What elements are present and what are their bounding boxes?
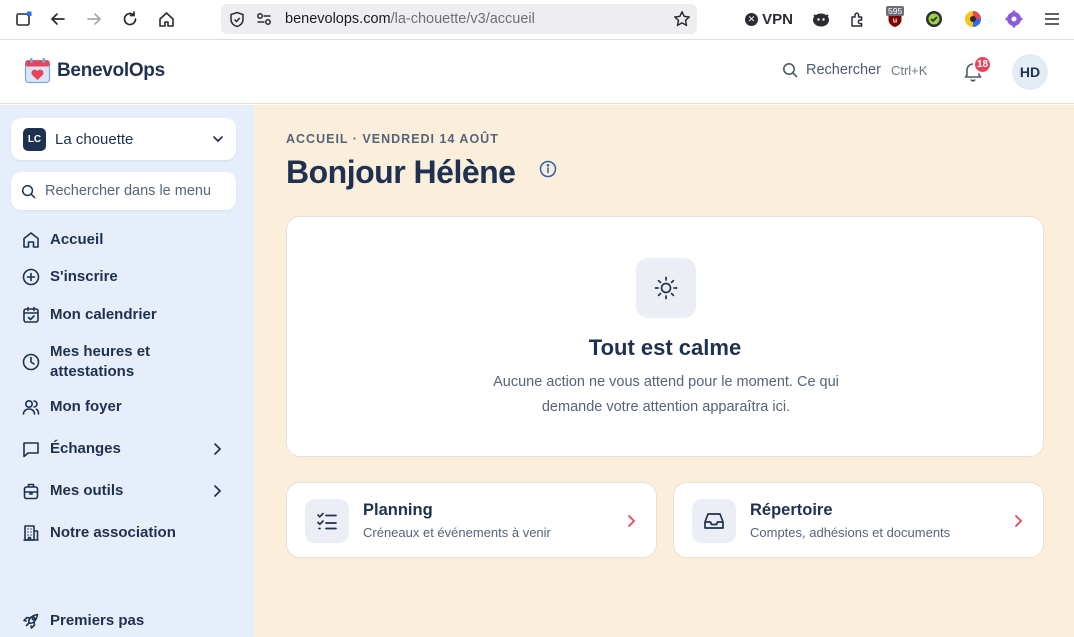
- logo-text: BenevolOps: [57, 59, 165, 81]
- sidebar-item-label: Notre association: [50, 524, 176, 541]
- sun-icon: [654, 276, 678, 300]
- gear-extension-icon[interactable]: [1003, 8, 1025, 30]
- chevron-down-icon: [213, 136, 223, 143]
- sidebar-item-label: Mes outils: [50, 482, 124, 499]
- address-bar[interactable]: benevolops.com/la-chouette/v3/accueil: [221, 4, 697, 34]
- vpn-extension-button[interactable]: ✕ VPN: [743, 8, 795, 30]
- vpn-close-icon: ✕: [745, 12, 759, 26]
- hamburger-menu-icon[interactable]: [1041, 8, 1063, 30]
- users-icon: [22, 399, 40, 415]
- back-arrow-icon[interactable]: [46, 8, 70, 30]
- url-text[interactable]: benevolops.com/la-chouette/v3/accueil: [285, 11, 535, 27]
- rocket-icon: [23, 613, 39, 629]
- empty-state-text: Aucune action ne vous attend pour le mom…: [493, 374, 839, 415]
- notification-count-badge: 18: [973, 55, 992, 74]
- tile-subtitle: Comptes, adhésions et documents: [750, 525, 951, 540]
- sidebar-item-label: Accueil: [50, 231, 104, 248]
- inbox-icon: [692, 499, 736, 543]
- repertoire-tile[interactable]: Répertoire Comptes, adhésions et documen…: [673, 482, 1044, 558]
- sidebar-item-mon-calendrier[interactable]: Mon calendrier: [22, 305, 232, 325]
- tile-subtitle: Créneaux et événements à venir: [363, 525, 551, 540]
- search-label: Rechercher: [806, 62, 881, 78]
- sidebar-item-mes-heures[interactable]: Mes heures et attestations: [22, 342, 232, 382]
- clock-icon: [22, 353, 40, 371]
- sidebar-item-mon-foyer[interactable]: Mon foyer: [22, 397, 232, 417]
- sidebar-item-premiers-pas[interactable]: Premiers pas: [22, 611, 232, 631]
- browser-toolbar: benevolops.com/la-chouette/v3/accueil ✕ …: [0, 0, 1074, 40]
- home-browser-icon[interactable]: [154, 8, 178, 30]
- forward-arrow-icon[interactable]: [82, 8, 106, 30]
- plus-circle-icon: [22, 268, 40, 286]
- home-icon: [23, 232, 39, 248]
- reload-icon[interactable]: [118, 8, 142, 30]
- search-icon: [21, 184, 36, 198]
- svg-text:u: u: [893, 17, 897, 24]
- sidebar-item-label: Mon foyer: [50, 398, 122, 415]
- user-avatar[interactable]: HD: [1012, 54, 1048, 90]
- sidebar-item-mes-outils[interactable]: Mes outils: [22, 481, 232, 501]
- sidebar-item-label: S'inscrire: [50, 268, 118, 285]
- org-badge: LC: [23, 127, 46, 151]
- briefcase-icon: [23, 483, 39, 500]
- main-content: ACCUEIL · VENDREDI 14 AOÛT Bonjour Hélèn…: [254, 105, 1074, 637]
- breadcrumb: ACCUEIL · VENDREDI 14 AOÛT: [286, 132, 499, 146]
- vpn-label: VPN: [762, 10, 793, 28]
- colorful-extension-icon[interactable]: [962, 8, 984, 30]
- chevron-right-icon: [1015, 515, 1023, 527]
- search-icon: [783, 63, 798, 78]
- ublock-count-badge: 595: [886, 6, 905, 16]
- global-search-button[interactable]: Rechercher Ctrl+K: [782, 62, 927, 78]
- check-extension-icon[interactable]: [923, 8, 945, 30]
- sidebar-item-label: Mes heures et attestations: [50, 343, 151, 380]
- org-name: La chouette: [55, 130, 134, 148]
- site-info-icon[interactable]: [256, 12, 272, 26]
- sidebar-item-accueil[interactable]: Accueil: [22, 230, 232, 250]
- page-title: Bonjour Hélène: [286, 154, 516, 190]
- menu-search-box[interactable]: [11, 172, 236, 210]
- chevron-right-icon: [214, 485, 222, 497]
- info-icon[interactable]: [539, 160, 557, 178]
- tile-title: Répertoire: [750, 501, 833, 519]
- organization-selector[interactable]: LC La chouette: [11, 118, 236, 160]
- chevron-right-icon: [214, 443, 222, 455]
- list-checks-icon: [305, 499, 349, 543]
- planning-tile[interactable]: Planning Créneaux et événements à venir: [286, 482, 657, 558]
- sidebar: LC La chouette Accueil S'inscrire Mon ca…: [0, 105, 254, 637]
- menu-search-input[interactable]: [45, 183, 210, 199]
- app-header: BenevolOps Rechercher Ctrl+K: [0, 40, 1074, 104]
- bookmark-star-icon[interactable]: [673, 10, 691, 28]
- search-shortcut: Ctrl+K: [890, 62, 928, 78]
- empty-state-title: Tout est calme: [588, 335, 742, 360]
- sidebar-item-label: Échanges: [50, 440, 121, 457]
- tab-overview-icon[interactable]: [12, 8, 36, 30]
- sidebar-item-label: Premiers pas: [50, 612, 145, 629]
- chevron-right-icon: [628, 515, 636, 527]
- sidebar-item-label: Mon calendrier: [50, 306, 157, 323]
- message-square-icon: [23, 442, 39, 458]
- sidebar-item-notre-association[interactable]: Notre association: [22, 523, 232, 543]
- tracking-shield-icon[interactable]: [229, 11, 245, 28]
- empty-state-card: Tout est calme Aucune action ne vous att…: [286, 216, 1044, 457]
- cat-extension-icon[interactable]: [810, 8, 832, 30]
- calendar-check-icon: [23, 306, 39, 323]
- app-logo[interactable]: BenevolOps: [24, 57, 165, 84]
- sun-icon-container: [636, 258, 696, 318]
- building-icon: [23, 525, 39, 541]
- tile-title: Planning: [363, 501, 433, 519]
- sidebar-item-sinscrire[interactable]: S'inscrire: [22, 267, 232, 287]
- sidebar-item-echanges[interactable]: Échanges: [22, 439, 232, 459]
- puzzle-extension-icon[interactable]: [846, 8, 868, 30]
- calendar-heart-logo-icon: [24, 58, 51, 84]
